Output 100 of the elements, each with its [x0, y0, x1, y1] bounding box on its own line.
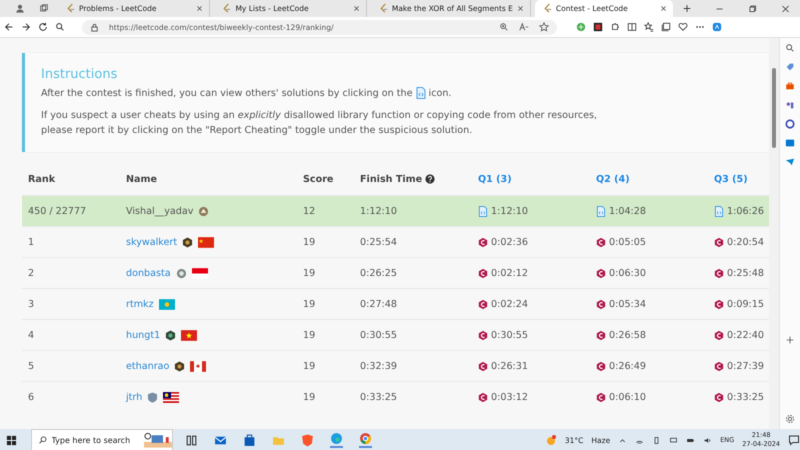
edge-icon[interactable]	[330, 432, 343, 448]
rank-text: 2	[28, 268, 34, 278]
back-icon[interactable]	[4, 22, 14, 32]
display-icon[interactable]	[669, 436, 678, 444]
cpp-icon[interactable]	[714, 330, 724, 340]
user-link[interactable]: donbasta	[126, 268, 171, 278]
user-name: Vishal__yadav	[126, 206, 194, 216]
user-link[interactable]: skywalkert	[126, 236, 178, 248]
question-link[interactable]: Q1 (3)	[478, 174, 512, 185]
close-icon[interactable]	[516, 5, 524, 12]
close-icon[interactable]	[352, 5, 360, 12]
close-icon[interactable]	[196, 5, 204, 12]
cpp-icon[interactable]	[596, 330, 606, 340]
column-header: Rank	[28, 174, 56, 185]
store-icon[interactable]	[243, 434, 256, 446]
rank-text: 3	[28, 298, 34, 310]
help-icon[interactable]	[425, 174, 436, 184]
finish-time: 0:32:39	[360, 360, 397, 372]
cpp-icon[interactable]	[478, 236, 488, 248]
refresh-icon[interactable]	[38, 22, 48, 32]
restore-icon[interactable]	[748, 4, 757, 14]
zoom-icon[interactable]	[499, 22, 509, 32]
favorites-icon[interactable]	[644, 22, 654, 32]
cpp-icon[interactable]	[478, 268, 488, 278]
cpp-icon[interactable]	[596, 298, 606, 310]
cpp-icon[interactable]	[714, 236, 724, 248]
cpp-icon[interactable]	[478, 330, 488, 340]
send-icon[interactable]	[785, 157, 795, 167]
solve-time: 0:05:05	[609, 236, 646, 248]
chrome-icon[interactable]	[359, 432, 372, 448]
code-file-icon[interactable]	[478, 206, 488, 216]
profile-icon[interactable]	[15, 3, 26, 14]
user-link[interactable]: ethanrao	[126, 360, 170, 372]
solve-time: 0:26:49	[609, 360, 646, 372]
taskbar-search-bar[interactable]: Type here to search	[31, 429, 173, 450]
rank-text: 4	[28, 330, 34, 340]
cpp-icon[interactable]	[478, 298, 488, 310]
close-icon[interactable]	[660, 5, 667, 12]
briefcase-icon[interactable]	[785, 81, 795, 91]
cpp-icon[interactable]	[714, 360, 724, 372]
badge-icon	[165, 330, 176, 340]
cpp-icon[interactable]	[478, 360, 488, 372]
column-header: Name	[126, 174, 158, 185]
cpp-icon[interactable]	[596, 392, 606, 402]
cpp-icon[interactable]	[596, 360, 606, 372]
cpp-icon[interactable]	[596, 236, 606, 248]
solve-time: 0:02:12	[491, 268, 528, 278]
solve-time: 0:26:58	[609, 330, 646, 340]
volume-icon[interactable]	[703, 436, 712, 444]
question-link[interactable]: Q3 (5)	[714, 174, 748, 185]
split-screen-icon[interactable]	[627, 22, 637, 32]
windows-start-icon[interactable]	[6, 434, 17, 446]
lock-icon[interactable]	[90, 22, 99, 32]
notification-icon[interactable]	[788, 434, 800, 446]
new-tab-icon[interactable]	[682, 3, 692, 14]
collections-icon[interactable]	[661, 22, 671, 32]
close-icon[interactable]	[780, 4, 790, 14]
cpp-icon[interactable]	[478, 392, 488, 402]
usb-icon[interactable]	[652, 436, 662, 444]
workspaces-icon[interactable]	[39, 3, 50, 14]
forward-icon[interactable]	[21, 22, 31, 32]
square-icon[interactable]	[593, 22, 603, 32]
question-link[interactable]: Q2 (4)	[596, 174, 630, 185]
user-link[interactable]: rtmkz	[126, 298, 154, 310]
weather-icon[interactable]	[544, 434, 557, 446]
scrollbar-thumb[interactable]	[772, 68, 776, 148]
instruction-text: After the contest is finished, you can view others' solutions by clicking on the	[41, 88, 413, 98]
rank-text: 6	[28, 392, 34, 402]
star-icon[interactable]	[539, 22, 549, 32]
user-link[interactable]: jtrh	[126, 392, 142, 402]
puzzle-icon[interactable]	[610, 22, 620, 32]
solve-time: 0:20:54	[727, 236, 764, 248]
task-view-icon[interactable]	[185, 434, 198, 446]
finish-time: 0:27:48	[360, 298, 397, 310]
settings-icon[interactable]	[785, 414, 795, 424]
circle-logo-icon[interactable]	[785, 119, 795, 129]
search-icon[interactable]	[785, 43, 795, 53]
solve-time: 0:02:24	[491, 298, 528, 310]
solve-time: 0:30:55	[491, 330, 528, 340]
code-file-icon[interactable]	[714, 206, 724, 216]
leetcode-logo-icon	[378, 3, 388, 14]
search-field[interactable]: Type here to search	[52, 436, 140, 444]
tag-icon[interactable]	[785, 62, 795, 72]
plus-circle-icon[interactable]	[576, 22, 586, 32]
leetcode-logo-icon	[222, 3, 232, 14]
cpp-icon[interactable]	[714, 298, 724, 310]
cpp-icon[interactable]	[714, 392, 724, 402]
copilot-icon[interactable]	[712, 22, 722, 32]
search-icon[interactable]	[55, 22, 65, 32]
solve-time: 0:22:40	[727, 330, 764, 340]
cpp-icon[interactable]	[714, 268, 724, 278]
scrollbar[interactable]	[769, 38, 780, 429]
read-aloud-icon[interactable]	[519, 22, 529, 32]
cpp-icon[interactable]	[596, 268, 606, 278]
user-link[interactable]: hungt1	[126, 330, 160, 340]
add-icon[interactable]	[785, 335, 795, 345]
lion-shield-icon[interactable]	[301, 434, 314, 446]
code-file-icon[interactable]	[596, 206, 606, 216]
badge-icon	[147, 392, 158, 402]
desk-illustration-icon	[144, 432, 172, 448]
